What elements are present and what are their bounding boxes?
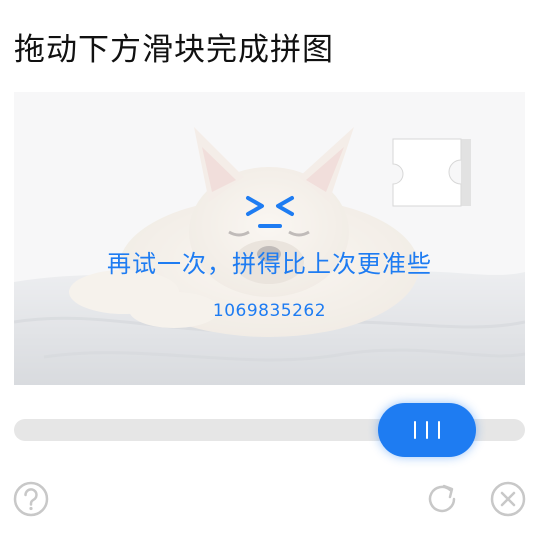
- puzzle-piece-icon: [392, 138, 471, 207]
- captcha-code: 1069835262: [212, 301, 327, 321]
- close-button[interactable]: [490, 481, 526, 517]
- refresh-icon: [428, 484, 456, 513]
- failure-message: 再试一次，拼得比上次更准些: [107, 250, 432, 278]
- help-button[interactable]: [13, 481, 49, 517]
- grip-lines-icon: [409, 421, 445, 439]
- sad-face-icon: [245, 196, 294, 228]
- slider-captcha: 拖动下方滑块完成拼图 再试一次，拼得比上次更准些 1069835262: [0, 0, 540, 540]
- captcha-title: 拖动下方滑块完成拼图: [14, 32, 334, 68]
- slider-thumb[interactable]: [378, 403, 476, 457]
- refresh-button[interactable]: [424, 481, 460, 517]
- close-icon: [490, 481, 526, 517]
- puzzle-image: 再试一次，拼得比上次更准些 1069835262: [14, 92, 525, 385]
- failure-face-icon: [14, 192, 525, 236]
- help-icon: [13, 481, 49, 517]
